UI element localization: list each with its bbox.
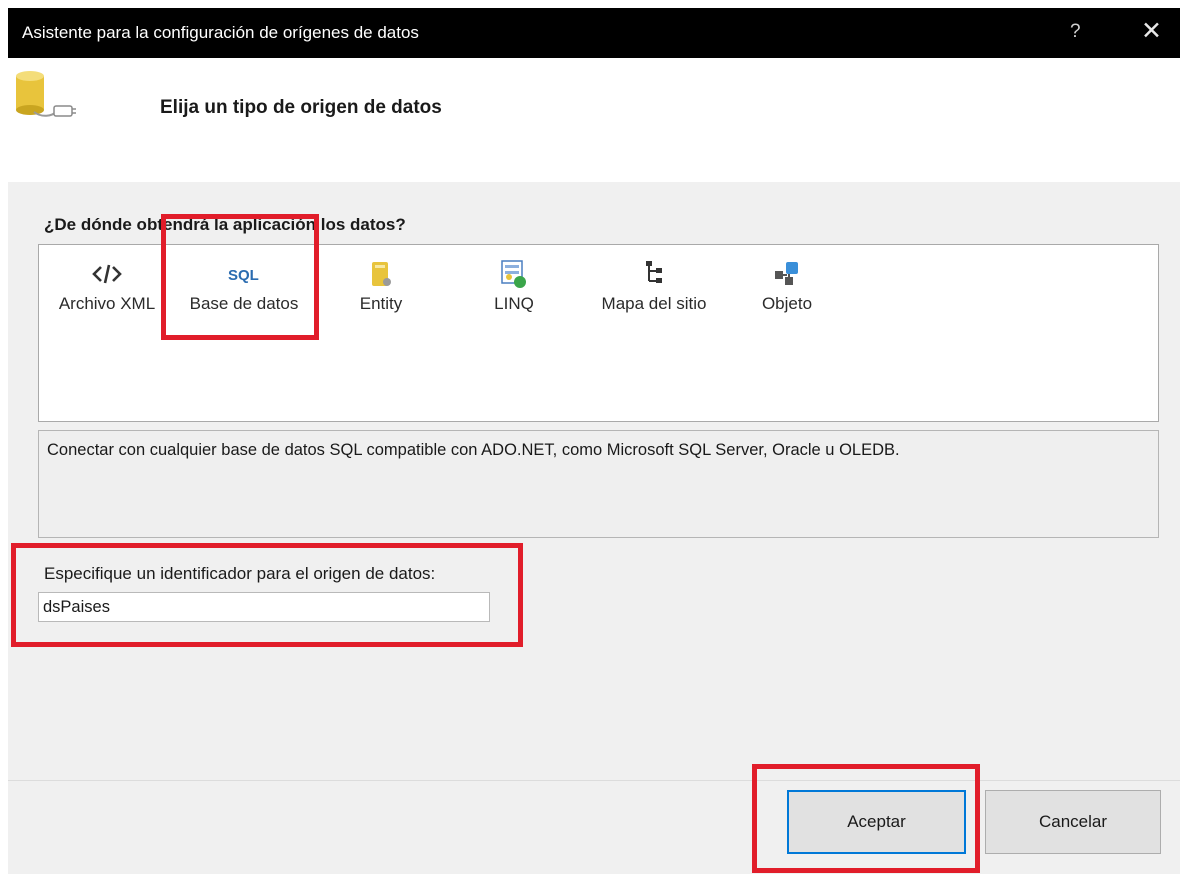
source-item-label: Archivo XML	[58, 294, 156, 313]
linq-icon	[501, 260, 526, 288]
source-item-entity[interactable]: Entity	[336, 259, 426, 314]
help-button[interactable]: ?	[1070, 21, 1081, 43]
source-item-database[interactable]: SQL Base de datos	[179, 259, 309, 314]
title-bar: Asistente para la configuración de oríge…	[8, 8, 1180, 58]
source-item-label: LINQ	[494, 294, 534, 313]
source-item-label: Entity	[359, 294, 403, 313]
sql-database-icon: SQL	[228, 267, 259, 284]
entity-icon	[372, 262, 391, 286]
xml-icon	[92, 264, 122, 284]
svg-text:SQL: SQL	[228, 267, 259, 284]
source-type-list: Archivo XML SQL Base de datos Entity LIN…	[38, 244, 1159, 422]
source-item-label: Objeto	[761, 294, 813, 313]
source-description: Conectar con cualquier base de datos SQL…	[47, 441, 900, 459]
cancel-button[interactable]: Cancelar	[985, 790, 1161, 854]
description-box: Conectar con cualquier base de datos SQL…	[38, 430, 1159, 538]
object-icon	[775, 262, 798, 285]
header-title: Elija un tipo de origen de datos	[160, 97, 442, 118]
database-connection-icon	[16, 71, 76, 117]
source-item-label: Mapa del sitio	[601, 294, 707, 313]
source-item-label: Base de datos	[189, 294, 299, 313]
identifier-label: Especifique un identificador para el ori…	[44, 564, 436, 583]
sitemap-icon	[646, 261, 662, 283]
source-item-object[interactable]: Objeto	[747, 259, 827, 314]
window-title: Asistente para la configuración de oríge…	[22, 23, 419, 42]
identifier-input[interactable]	[38, 592, 490, 622]
source-item-linq[interactable]: LINQ	[474, 259, 554, 314]
source-item-sitemap[interactable]: Mapa del sitio	[584, 259, 724, 314]
source-question: ¿De dónde obtendrá la aplicación los dat…	[44, 215, 406, 234]
header-band	[8, 58, 1180, 182]
accept-button[interactable]: Aceptar	[787, 790, 966, 854]
source-item-xml[interactable]: Archivo XML	[52, 259, 162, 314]
close-button[interactable]: ✕	[1141, 17, 1162, 45]
